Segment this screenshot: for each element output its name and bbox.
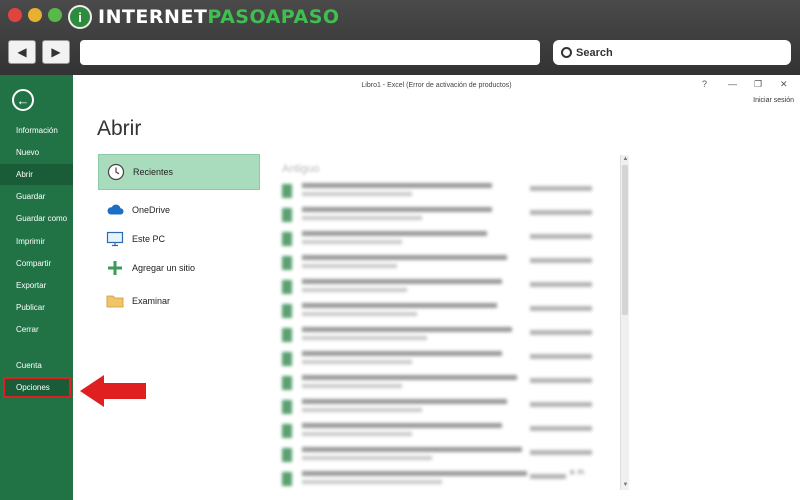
location-label: OneDrive (132, 204, 171, 215)
excel-file-icon (282, 184, 292, 198)
file-time: a. m. (570, 469, 586, 476)
list-item[interactable] (282, 181, 612, 203)
sidebar-item-exportar[interactable]: Exportar (0, 275, 73, 296)
sidebar-item-guardar[interactable]: Guardar (0, 186, 73, 207)
excel-file-icon (282, 352, 292, 366)
scroll-up-icon[interactable]: ▲ (621, 155, 630, 164)
list-item[interactable] (282, 229, 612, 251)
clock-icon (107, 163, 125, 181)
excel-file-icon (282, 208, 292, 222)
list-item[interactable] (282, 253, 612, 275)
browser-chrome: i INTERNETPASOAPASO ◀ ▶ Search (0, 0, 800, 75)
window-title: Libro1 - Excel (Error de activación de p… (361, 82, 512, 89)
excel-file-icon (282, 400, 292, 414)
list-item[interactable] (282, 445, 612, 467)
sidebar-item-informacion[interactable]: Información (0, 120, 73, 141)
location-recientes[interactable]: Recientes (98, 154, 260, 190)
search-box[interactable]: Search (553, 40, 791, 65)
sidebar-item-abrir[interactable]: Abrir (0, 164, 73, 185)
close-button[interactable]: ✕ (780, 79, 788, 90)
excel-file-icon (282, 256, 292, 270)
folder-icon (106, 293, 124, 309)
maximize-window-button[interactable] (48, 8, 62, 22)
sidebar-item-compartir[interactable]: Compartir (0, 253, 73, 274)
list-item[interactable] (282, 205, 612, 227)
excel-file-icon (282, 280, 292, 294)
sidebar-item-cerrar[interactable]: Cerrar (0, 319, 73, 340)
excel-file-icon (282, 472, 292, 486)
computer-icon (106, 231, 124, 247)
sidebar-item-nuevo[interactable]: Nuevo (0, 142, 73, 163)
address-bar[interactable] (80, 40, 540, 65)
scroll-thumb[interactable] (622, 165, 628, 315)
list-item[interactable] (282, 397, 612, 419)
restore-button[interactable]: ❐ (754, 79, 762, 90)
close-window-button[interactable] (8, 8, 22, 22)
location-onedrive[interactable]: OneDrive (98, 195, 260, 224)
excel-file-icon (282, 448, 292, 462)
sidebar-item-imprimir[interactable]: Imprimir (0, 231, 73, 252)
sign-in-link[interactable]: Iniciar sesión (753, 97, 794, 104)
location-label: Examinar (132, 295, 171, 306)
sidebar-item-opciones[interactable]: Opciones (3, 377, 71, 398)
recent-group-heading: Antiguo (282, 163, 320, 175)
list-item[interactable] (282, 277, 612, 299)
list-item[interactable] (282, 301, 612, 323)
list-item[interactable] (282, 373, 612, 395)
red-arrow-icon (80, 375, 146, 407)
list-item[interactable]: a. m. (282, 469, 612, 491)
list-item[interactable] (282, 421, 612, 443)
location-label: Este PC (132, 233, 166, 244)
logo-icon: i (68, 5, 92, 29)
excel-file-icon (282, 424, 292, 438)
location-este-pc[interactable]: Este PC (98, 224, 260, 253)
help-button[interactable]: ? (702, 79, 707, 89)
location-label: Agregar un sitio (132, 262, 196, 273)
site-logo: i INTERNETPASOAPASO (68, 4, 340, 30)
browser-forward-button[interactable]: ▶ (42, 40, 70, 64)
excel-file-icon (282, 328, 292, 342)
location-label: Recientes (133, 167, 174, 177)
cloud-icon (106, 202, 124, 218)
sidebar-item-guardar-como[interactable]: Guardar como (0, 208, 73, 229)
sidebar-item-cuenta[interactable]: Cuenta (0, 355, 73, 376)
excel-file-icon (282, 376, 292, 390)
minimize-button[interactable]: — (728, 79, 737, 89)
minimize-window-button[interactable] (28, 8, 42, 22)
plus-icon (106, 260, 124, 276)
scroll-down-icon[interactable]: ▼ (621, 481, 630, 490)
recent-scrollbar[interactable]: ▲ ▼ (620, 155, 629, 490)
logo-text: INTERNETPASOAPASO (98, 6, 340, 28)
list-item[interactable] (282, 325, 612, 347)
search-icon (561, 47, 572, 58)
browser-back-button[interactable]: ◀ (8, 40, 36, 64)
back-arrow-icon[interactable]: ← (12, 89, 34, 111)
page-title: Abrir (97, 117, 142, 140)
recent-files-list: Antiguo a. m. (270, 155, 620, 500)
excel-file-icon (282, 232, 292, 246)
sidebar-item-publicar[interactable]: Publicar (0, 297, 73, 318)
list-item[interactable] (282, 349, 612, 371)
open-locations-list: Recientes OneDrive Este PC Agregar un si… (98, 154, 260, 315)
location-examinar[interactable]: Examinar (98, 286, 260, 315)
excel-window: ← Información Nuevo Abrir Guardar Guarda… (0, 75, 800, 500)
excel-file-icon (282, 304, 292, 318)
location-agregar-sitio[interactable]: Agregar un sitio (98, 253, 260, 282)
search-label: Search (576, 46, 613, 59)
backstage-sidebar: ← Información Nuevo Abrir Guardar Guarda… (0, 75, 73, 500)
